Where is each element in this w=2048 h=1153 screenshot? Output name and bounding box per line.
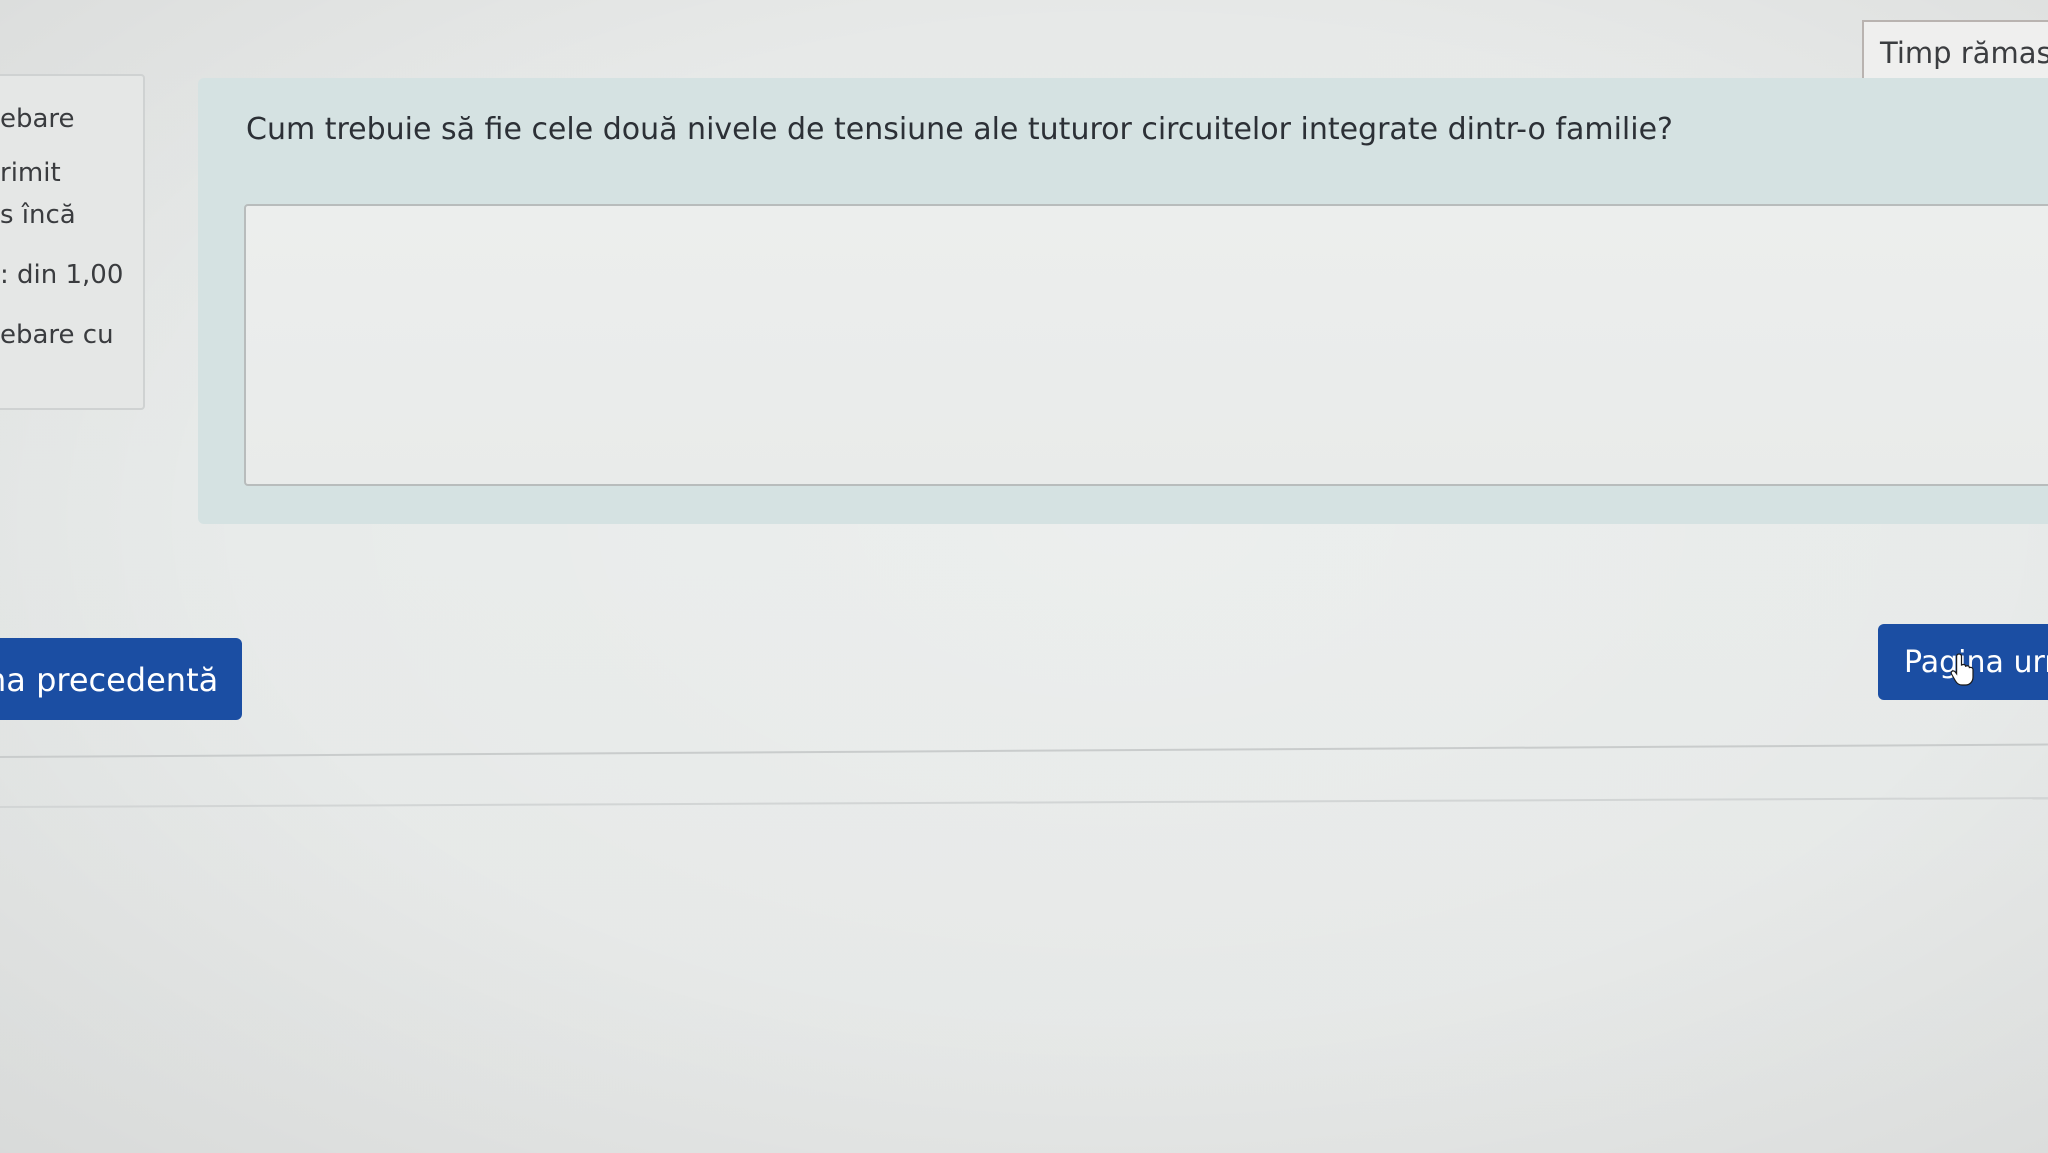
footer-separator-line [0, 743, 2048, 758]
question-text: Cum trebuie să fie cele două nivele de t… [246, 112, 1673, 147]
time-remaining-label: Timp rămas 0 [1880, 36, 2048, 70]
info-line-question-number: ebare [0, 104, 75, 134]
question-info-panel: ebare rimit s încă : din 1,00 ebare cu [0, 74, 145, 410]
answer-textarea[interactable] [244, 204, 2048, 486]
hand-pointer-icon [1950, 653, 1974, 686]
time-remaining-box: Timp rămas 0 [1862, 20, 2048, 84]
previous-page-button[interactable]: na precedentă [0, 638, 242, 720]
info-line-status-2: s încă [0, 200, 76, 230]
footer-separator-line-2 [0, 797, 2048, 808]
info-line-status: rimit [0, 158, 61, 188]
info-line-flag-question[interactable]: ebare cu [0, 320, 114, 350]
question-card: Cum trebuie să fie cele două nivele de t… [198, 78, 2048, 524]
info-line-points: : din 1,00 [0, 260, 124, 290]
